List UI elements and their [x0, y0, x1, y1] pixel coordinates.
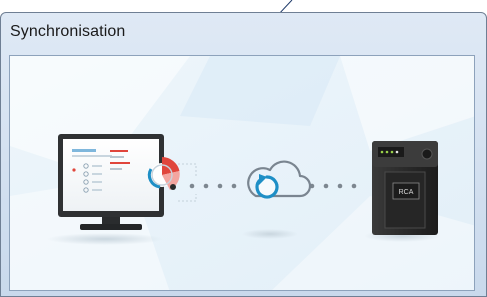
cloud-shadow [242, 229, 298, 239]
sync-window: Synchronisation RCA [0, 12, 487, 297]
device-label: RCA [399, 189, 414, 196]
window-titlebar[interactable]: Synchronisation [1, 13, 486, 47]
sync-illustration-panel: RCA [9, 55, 475, 291]
sync-illustration: RCA [10, 56, 474, 290]
monitor-icon [58, 134, 164, 230]
monitor-shadow [47, 233, 163, 245]
rca-device-icon: RCA [372, 141, 438, 235]
window-title: Synchronisation [10, 23, 126, 40]
